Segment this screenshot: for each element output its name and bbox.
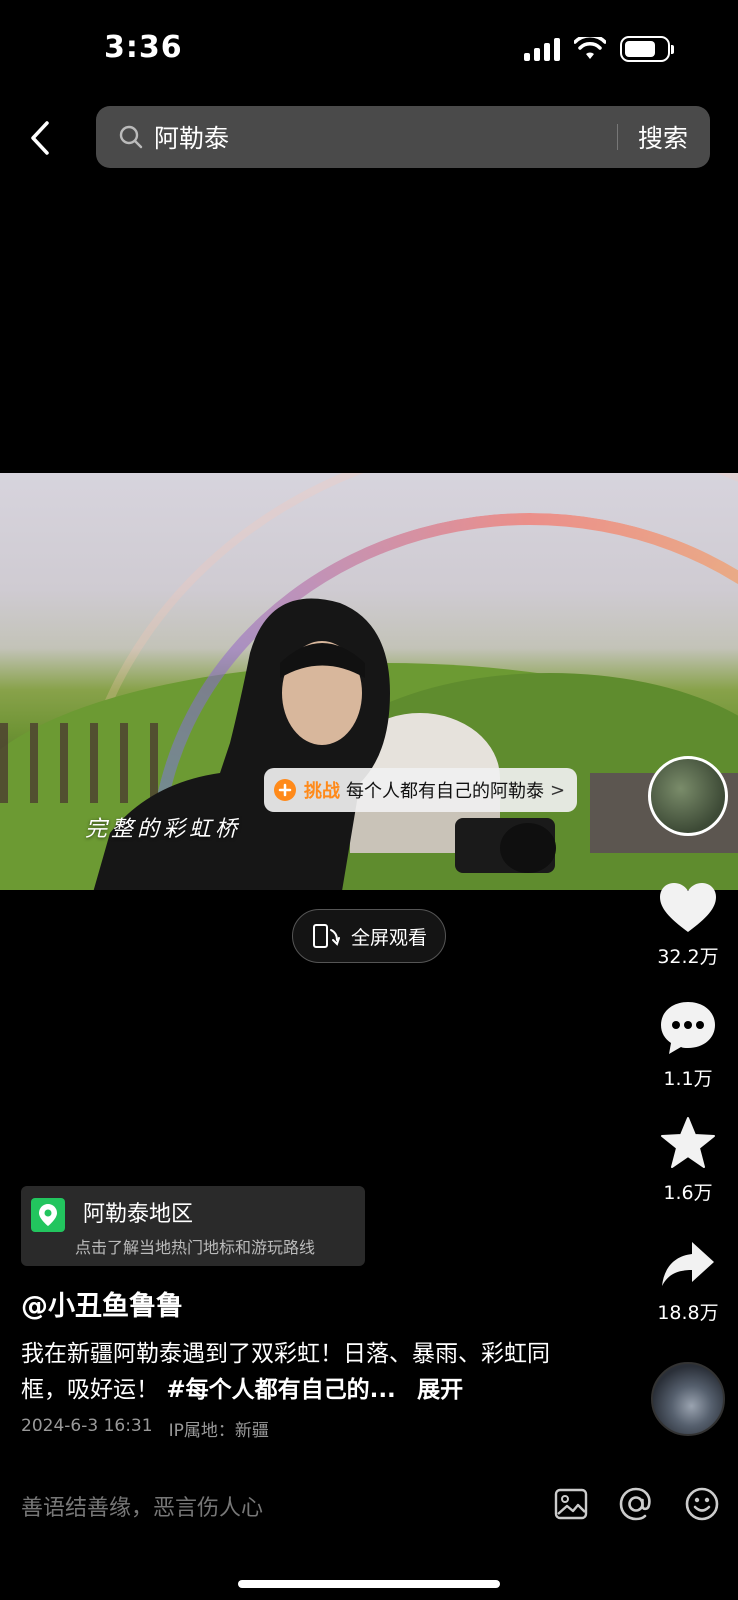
post-datetime: 2024-6-3 16:31	[21, 1416, 153, 1436]
post-description: 我在新疆阿勒泰遇到了双彩虹！日落、暴雨、彩虹同框，吸好运！ #每个人都有自己的.…	[21, 1336, 581, 1408]
like-button[interactable]: 32.2万	[650, 882, 726, 969]
music-disc[interactable]	[651, 1362, 725, 1436]
post-meta: 2024-6-3 16:31 IP属地：新疆	[21, 1416, 269, 1441]
search-bar[interactable]: 阿勒泰 搜索	[96, 106, 710, 168]
signal-icon	[524, 37, 560, 61]
location-pin-icon	[31, 1198, 65, 1232]
chevron-right-icon: >	[550, 779, 566, 801]
comment-tools	[554, 1486, 720, 1522]
favorite-button[interactable]: 1.6万	[650, 1116, 726, 1205]
rotate-screen-icon	[312, 924, 340, 948]
hashtag-link[interactable]: #每个人都有自己的...	[166, 1377, 395, 1403]
ip-location: IP属地：新疆	[168, 1421, 269, 1441]
star-icon	[661, 1117, 715, 1168]
share-icon	[662, 1242, 714, 1286]
fullscreen-button[interactable]: 全屏观看	[292, 909, 446, 963]
heart-icon	[660, 883, 716, 932]
back-button[interactable]	[24, 118, 56, 158]
comment-icon	[661, 1002, 715, 1054]
search-button[interactable]: 搜索	[638, 119, 688, 155]
challenge-text: 每个人都有自己的阿勒泰	[346, 781, 544, 802]
like-count: 32.2万	[657, 946, 719, 968]
challenge-chip[interactable]: 挑战 每个人都有自己的阿勒泰 >	[264, 768, 578, 812]
search-icon	[119, 125, 143, 149]
comment-count: 1.1万	[663, 1068, 713, 1090]
camera-lens	[500, 823, 556, 873]
fullscreen-label: 全屏观看	[350, 926, 427, 949]
back-icon	[31, 121, 49, 155]
search-divider	[616, 124, 618, 150]
expand-button[interactable]: 展开	[417, 1377, 463, 1403]
search-input[interactable]: 阿勒泰	[154, 119, 617, 155]
mention-icon[interactable]	[618, 1486, 654, 1522]
favorite-count: 1.6万	[663, 1182, 713, 1204]
share-count: 18.8万	[657, 1302, 719, 1324]
comment-button[interactable]: 1.1万	[650, 1000, 726, 1091]
location-title: 阿勒泰地区	[83, 1202, 194, 1227]
comment-input[interactable]: 善语结善缘，恶言伤人心	[21, 1490, 263, 1522]
creator-avatar[interactable]	[648, 756, 728, 836]
author-name[interactable]: @小丑鱼鲁鲁	[21, 1284, 183, 1323]
battery-icon	[620, 36, 674, 62]
wifi-icon	[574, 37, 606, 59]
challenge-label: 挑战	[304, 781, 340, 802]
challenge-icon	[274, 779, 296, 801]
video-player[interactable]: 完整的彩虹桥	[0, 473, 738, 890]
image-icon[interactable]	[554, 1487, 588, 1521]
person-in-hood	[93, 598, 390, 890]
video-caption: 完整的彩虹桥	[85, 817, 242, 842]
status-icons	[524, 36, 674, 62]
location-card[interactable]: 阿勒泰地区 点击了解当地热门地标和游玩路线	[21, 1186, 365, 1266]
home-indicator	[238, 1580, 500, 1588]
emoji-icon[interactable]	[684, 1486, 720, 1522]
status-time: 3:36	[104, 30, 183, 65]
location-subtitle: 点击了解当地热门地标和游玩路线	[75, 1238, 316, 1257]
share-button[interactable]: 18.8万	[650, 1240, 726, 1325]
